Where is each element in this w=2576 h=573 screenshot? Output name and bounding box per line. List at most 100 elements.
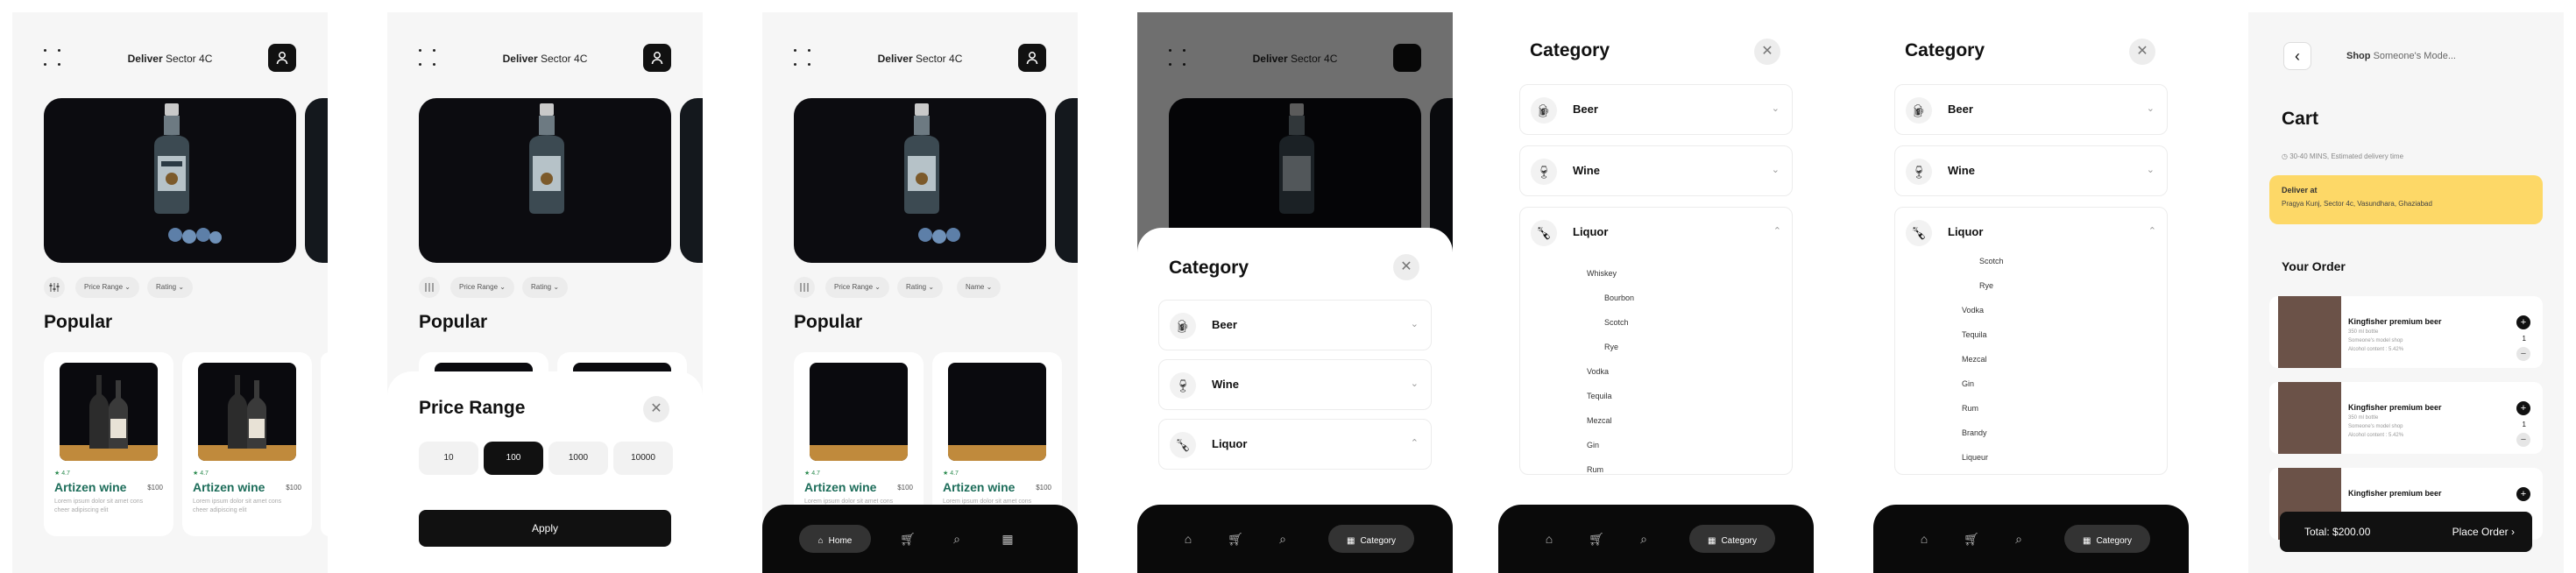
rating: ★ 4.7 [804, 470, 820, 477]
item-alcohol: Alcohol content : 5.42% [2348, 433, 2404, 438]
close-icon[interactable]: ✕ [643, 396, 669, 422]
product-card[interactable]: ★ 4.7 Artizen wine $100 Lorem ipsum dolo… [182, 352, 312, 536]
filter-button[interactable] [794, 277, 815, 298]
grid-icon[interactable]: ▦ [994, 525, 1022, 553]
address-card[interactable]: Deliver at Pragya Kunj, Sector 4c, Vasun… [2269, 175, 2543, 224]
chevron-down-icon: ⌄ [874, 283, 881, 291]
hero-banner-next[interactable] [305, 98, 328, 263]
subcategory[interactable]: Scotch [1979, 257, 2004, 265]
subcategory[interactable]: Tequila [1587, 392, 1612, 400]
plus-icon[interactable]: + [2516, 315, 2530, 329]
subcategory[interactable]: Mezcal [1587, 416, 1612, 425]
chevron-down-icon: ⌄ [1410, 319, 1419, 329]
nav-category[interactable]: ▦ Category [1328, 525, 1414, 553]
category-liquor[interactable]: 🍾︎ Liquor ⌃ [1895, 208, 2167, 258]
subcategory[interactable]: Brandy [1962, 428, 1987, 437]
minus-icon[interactable]: − [2516, 347, 2530, 361]
subcategory[interactable]: Gin [1962, 379, 1974, 388]
apply-button[interactable]: Apply [419, 510, 671, 547]
hero-banner-next[interactable] [680, 98, 703, 263]
filter-button[interactable] [419, 277, 440, 298]
plus-icon[interactable]: + [2516, 401, 2530, 415]
home-icon[interactable]: ⌂ [1535, 525, 1563, 553]
search-icon[interactable]: ⌕ [943, 525, 971, 553]
item-shop: Someone's model shop [2348, 338, 2403, 343]
nav-category[interactable]: ▦ Category [1689, 525, 1775, 553]
chip-name[interactable]: Name ⌄ [957, 277, 1001, 298]
close-icon[interactable]: ✕ [1754, 39, 1780, 65]
minus-icon[interactable]: − [2516, 433, 2530, 447]
screen-cart: ‹ Shop Someone's Mode... Cart ◷ 30-40 MI… [2248, 12, 2564, 573]
cart-item[interactable]: Kingfisher premium beer 350 ml bottle So… [2269, 382, 2543, 454]
back-button[interactable]: ‹ [2283, 42, 2311, 70]
cart-icon[interactable]: 🛒︎ [1582, 525, 1610, 553]
subcategory[interactable]: Whiskey [1587, 269, 1617, 278]
category-liquor-expanded: 🍾︎ Liquor ⌃ Whiskey Bourbon Scotch Rye Vod… [1519, 207, 1793, 475]
subcategory[interactable]: Vodka [1587, 367, 1609, 376]
subcategory[interactable]: Scotch [1604, 318, 1629, 327]
nav-category[interactable]: ▦ Category [2064, 525, 2150, 553]
chip-price-range[interactable]: Price Range ⌄ [450, 277, 514, 298]
cart-item[interactable]: Kingfisher premium beer 350 ml bottle So… [2269, 296, 2543, 368]
item-size: 350 ml bottle [2348, 329, 2379, 335]
category-beer[interactable]: 🍺︎ Beer ⌄ [1894, 84, 2168, 135]
chip-rating[interactable]: Rating ⌄ [522, 277, 569, 298]
hero-banner[interactable] [794, 98, 1046, 263]
category-wine[interactable]: 🍷︎ Wine ⌄ [1158, 359, 1432, 410]
price-option[interactable]: 10000 [613, 442, 673, 475]
price-option[interactable]: 10 [419, 442, 478, 475]
product-card-next[interactable] [321, 352, 328, 536]
price-option-selected[interactable]: 100 [484, 442, 543, 475]
cart-icon[interactable]: 🛒︎ [1957, 525, 1985, 553]
nav-label: Category [1721, 536, 1758, 546]
subcategory[interactable]: Mezcal [1962, 355, 1987, 364]
subcategory[interactable]: Rye [1979, 281, 1993, 290]
subcategory[interactable]: Bourbon [1604, 294, 1634, 302]
price-option[interactable]: 1000 [548, 442, 608, 475]
product-desc: Lorem ipsum dolor sit amet cons cheer ad… [193, 499, 282, 513]
profile-button[interactable] [1018, 44, 1046, 72]
subcategory[interactable]: Rum [1962, 404, 1978, 413]
item-shop: Someone's model shop [2348, 424, 2403, 429]
close-icon[interactable]: ✕ [1393, 254, 1419, 280]
cart-icon[interactable]: 🛒︎ [894, 525, 922, 553]
subcategory[interactable]: Liqueur [1962, 453, 1988, 462]
close-icon[interactable]: ✕ [2129, 39, 2155, 65]
filter-button[interactable] [44, 277, 65, 298]
place-order-button[interactable]: Place Order › [2452, 526, 2515, 538]
home-icon[interactable]: ⌂ [1910, 525, 1938, 553]
subcategory[interactable]: Tequila [1962, 330, 1987, 339]
profile-button[interactable] [643, 44, 671, 72]
category-liquor[interactable]: 🍾︎ Liquor ⌃ [1158, 419, 1432, 470]
category-liquor[interactable]: 🍾︎ Liquor ⌃ [1520, 208, 1792, 258]
category-beer[interactable]: 🍺︎ Beer ⌄ [1158, 300, 1432, 350]
category-wine[interactable]: 🍷︎ Wine ⌄ [1894, 145, 2168, 196]
chip-rating[interactable]: Rating ⌄ [897, 277, 944, 298]
subcategory[interactable]: Rum [1587, 465, 1603, 474]
subcategory[interactable]: Gin [1587, 441, 1599, 449]
hero-banner[interactable] [44, 98, 296, 263]
product-price: $100 [1036, 484, 1051, 492]
hero-banner[interactable] [419, 98, 671, 263]
chip-price-range[interactable]: Price Range ⌄ [825, 277, 889, 298]
category-wine[interactable]: 🍷︎ Wine ⌄ [1519, 145, 1793, 196]
subcategory[interactable]: Rye [1604, 343, 1618, 351]
hero-banner-next[interactable] [1055, 98, 1078, 263]
plus-icon[interactable]: + [2516, 487, 2530, 501]
category-beer[interactable]: 🍺︎ Beer ⌄ [1519, 84, 1793, 135]
search-icon[interactable]: ⌕ [2005, 525, 2033, 553]
item-qty: 1 [2522, 421, 2526, 428]
chip-price-range[interactable]: Price Range ⌄ [75, 277, 139, 298]
chip-rating[interactable]: Rating ⌄ [147, 277, 194, 298]
cart-icon[interactable]: 🛒︎ [1221, 525, 1249, 553]
nav-home[interactable]: ⌂ Home [799, 525, 871, 553]
home-icon[interactable]: ⌂ [1174, 525, 1202, 553]
search-icon[interactable]: ⌕ [1269, 525, 1297, 553]
search-icon[interactable]: ⌕ [1630, 525, 1658, 553]
rating: ★ 4.7 [54, 470, 70, 477]
profile-button[interactable] [268, 44, 296, 72]
checkout-bar[interactable]: Total: $200.00 Place Order › [2280, 512, 2532, 552]
product-card[interactable]: ★ 4.7 Artizen wine $100 Lorem ipsum dolo… [44, 352, 173, 536]
bottle-icon: 🍾︎ [1170, 432, 1196, 458]
subcategory[interactable]: Vodka [1962, 306, 1984, 315]
